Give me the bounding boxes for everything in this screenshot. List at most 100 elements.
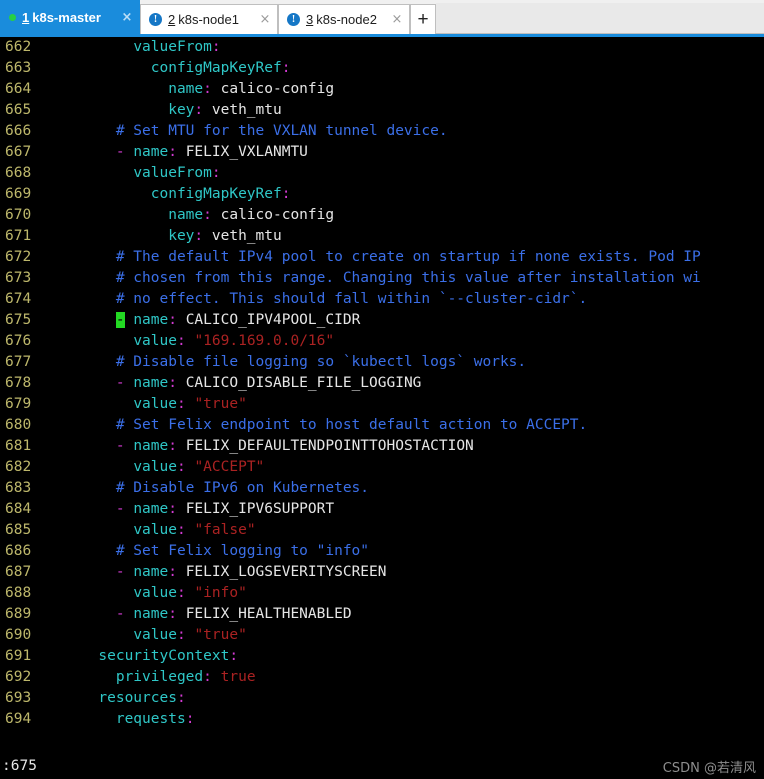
code-token: "169.169.0.0/16" xyxy=(194,333,335,349)
code-line: 676 value: "169.169.0.0/16" xyxy=(0,331,764,352)
line-number: 663 xyxy=(5,60,32,76)
new-tab-button[interactable]: + xyxy=(410,4,436,34)
code-token: key xyxy=(168,228,195,244)
green-status-dot-icon xyxy=(9,14,16,21)
code-token: value xyxy=(133,585,177,601)
code-token: - xyxy=(115,564,125,580)
code-line: 673 # chosen from this range. Changing t… xyxy=(0,268,764,289)
code-token: - xyxy=(115,606,125,622)
code-line-text: configMapKeyRef: xyxy=(46,58,764,79)
code-token: true xyxy=(220,669,256,685)
code-line: 694 requests: xyxy=(0,709,764,730)
code-line-text: key: veth_mtu xyxy=(46,226,764,247)
code-token: : xyxy=(281,60,291,76)
line-number: 694 xyxy=(5,711,32,727)
code-token: name xyxy=(133,144,169,160)
code-token: : xyxy=(176,585,186,601)
code-line: 685 value: "false" xyxy=(0,520,764,541)
line-number: 667 xyxy=(5,144,32,160)
code-token: name xyxy=(133,606,169,622)
line-number: 673 xyxy=(5,270,32,286)
terminal-viewport[interactable]: 662 valueFrom: 663 configMapKeyRef: 664 na… xyxy=(0,37,764,779)
code-token: - xyxy=(115,375,125,391)
code-line: 684 - name: FELIX_IPV6SUPPORT xyxy=(0,499,764,520)
line-number: 693 xyxy=(5,690,32,706)
tab-index: 1 xyxy=(22,10,30,25)
line-number: 686 xyxy=(5,543,32,559)
code-token: : xyxy=(176,627,186,643)
code-token: requests xyxy=(115,711,186,727)
code-token: veth_mtu xyxy=(203,228,282,244)
code-token: : xyxy=(176,690,186,706)
code-line: 662 valueFrom: xyxy=(0,37,764,58)
tab-k8s-node1[interactable]: ! 2 k8s-node1 × xyxy=(140,4,278,34)
code-line-text: # Set MTU for the VXLAN tunnel device. xyxy=(46,121,764,142)
code-line: 689 - name: FELIX_HEALTHENABLED xyxy=(0,604,764,625)
code-token: name xyxy=(133,564,169,580)
code-token: name xyxy=(133,501,169,517)
tab-label: k8s-node1 xyxy=(178,12,239,27)
line-number: 685 xyxy=(5,522,32,538)
code-token: # Set Felix logging to "info" xyxy=(115,543,370,559)
code-token: name xyxy=(133,375,169,391)
code-line-text: value: "true" xyxy=(46,394,764,415)
line-number: 683 xyxy=(5,480,32,496)
vim-cursor: - xyxy=(115,312,125,328)
code-token: : xyxy=(176,459,186,475)
code-token: : xyxy=(203,207,212,223)
tab-index: 3 xyxy=(306,12,314,27)
code-line-text: securityContext: xyxy=(46,646,764,667)
line-number: 671 xyxy=(5,228,32,244)
code-token: # Disable file logging so `kubectl logs`… xyxy=(115,354,527,370)
code-token: : xyxy=(168,606,177,622)
line-number: 692 xyxy=(5,669,32,685)
line-number: 690 xyxy=(5,627,32,643)
code-line-text: - name: FELIX_DEFAULTENDPOINTTOHOSTACTIO… xyxy=(46,436,764,457)
code-token: "true" xyxy=(194,627,247,643)
terminal-tab-bar: 1 k8s-master ×! 2 k8s-node1 ×! 3 k8s-node2 × + xyxy=(0,0,764,34)
code-token: : xyxy=(168,375,177,391)
tab-label: k8s-master xyxy=(32,10,101,25)
code-line-text: # Set Felix logging to "info" xyxy=(46,541,764,562)
code-line-text: name: calico-config xyxy=(46,205,764,226)
code-line-text: name: calico-config xyxy=(46,79,764,100)
tab-k8s-node2[interactable]: ! 3 k8s-node2 × xyxy=(278,4,410,34)
code-token: : xyxy=(168,501,177,517)
close-icon[interactable]: × xyxy=(257,12,273,27)
code-token: name xyxy=(133,438,169,454)
code-token: value xyxy=(133,333,177,349)
close-icon[interactable]: × xyxy=(389,12,405,27)
code-line-text: # chosen from this range. Changing this … xyxy=(46,268,764,289)
code-token: : xyxy=(168,564,177,580)
code-line-text: # no effect. This should fall within `--… xyxy=(46,289,764,310)
code-token: CALICO_DISABLE_FILE_LOGGING xyxy=(176,375,422,391)
close-icon[interactable]: × xyxy=(119,10,135,25)
code-line: 686 # Set Felix logging to "info" xyxy=(0,541,764,562)
line-number: 687 xyxy=(5,564,32,580)
code-line: 693 resources: xyxy=(0,688,764,709)
code-token: "true" xyxy=(194,396,247,412)
code-token: : xyxy=(281,186,291,202)
code-line-text: key: veth_mtu xyxy=(46,100,764,121)
line-number: 664 xyxy=(5,81,32,97)
blue-info-icon: ! xyxy=(287,13,300,26)
code-token: : xyxy=(168,144,177,160)
tab-k8s-master[interactable]: 1 k8s-master × xyxy=(0,0,140,34)
code-line-text: value: "true" xyxy=(46,625,764,646)
code-token: : xyxy=(176,396,186,412)
vim-buffer[interactable]: 662 valueFrom: 663 configMapKeyRef: 664 na… xyxy=(0,37,764,730)
code-token: : xyxy=(194,102,204,118)
